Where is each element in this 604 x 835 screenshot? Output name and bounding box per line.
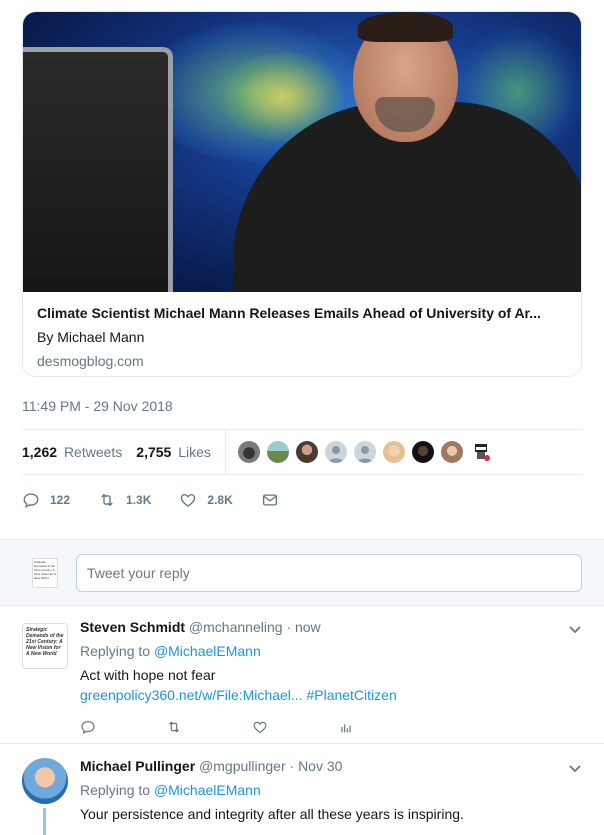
card-image [23,12,581,292]
author-name[interactable]: Michael Pullinger [80,758,195,774]
tweet-text: Act with hope not fear [80,667,216,683]
like-count: 2.8K [207,493,233,507]
author-handle[interactable]: @mgpullinger [199,758,286,774]
avatar[interactable]: Strategic Demands of the 21st Century: A… [22,623,68,669]
tweet-timestamp[interactable]: 11:49 PM - 29 Nov 2018 [22,398,173,414]
thread-line [43,808,46,835]
replying-to: Replying to @MichaelEMann [80,782,261,798]
heart-icon[interactable] [252,719,268,735]
reply-tweet[interactable]: Strategic Demands of the 21st Century: A… [0,606,604,744]
chevron-down-icon[interactable] [568,622,582,636]
reply-count: 122 [50,493,71,507]
card-author: By Michael Mann [37,329,145,345]
tweet-time[interactable]: · now [286,619,320,635]
likes-stat[interactable]: 2,755 Likes [136,444,211,460]
author-handle[interactable]: @mchanneling [189,619,283,635]
tweet-actions: 122 1.3K 2.8K [22,486,582,514]
envelope-icon [262,494,277,506]
retweet-icon [101,493,113,507]
message-button[interactable] [261,491,289,509]
reply-input[interactable] [76,554,582,592]
reply-actions [80,719,424,735]
heart-icon [181,494,196,507]
analytics-icon[interactable] [338,719,354,735]
liker-avatars [237,441,499,463]
avatar[interactable] [382,441,405,463]
avatar[interactable] [295,441,318,463]
avatar[interactable] [237,441,260,463]
hashtag-link[interactable]: #PlanetCitizen [306,687,396,703]
monitor-shape [23,47,173,292]
url-link[interactable]: greenpolicy360.net/w/File:Michael... [80,687,303,703]
tweet-time[interactable]: · Nov 30 [290,758,343,774]
avatar[interactable] [22,758,68,804]
like-button[interactable]: 2.8K [179,491,233,509]
reply-button[interactable]: 122 [22,491,70,509]
tweet-text: Your persistence and integrity after all… [80,806,464,822]
reply-icon[interactable] [80,719,96,735]
user-avatar[interactable]: Strategic Demands of the 21st Century: A… [32,558,58,588]
retweet-icon[interactable] [166,719,182,735]
card-domain: desmogblog.com [37,353,144,369]
avatar[interactable] [353,441,376,463]
avatar[interactable] [411,441,434,463]
avatar[interactable] [324,441,347,463]
retweet-count: 1.3K [126,493,152,507]
replying-to: Replying to @MichaelEMann [80,643,261,659]
tweet-stats: 1,262 Retweets 2,755 Likes [22,430,582,474]
reply-tweet[interactable]: Michael Pullinger @mgpullinger · Nov 30 … [0,745,604,835]
chevron-down-icon[interactable] [568,761,582,775]
author-name[interactable]: Steven Schmidt [80,619,185,635]
divider [22,474,582,475]
reply-composer: Strategic Demands of the 21st Century: A… [0,539,604,606]
retweet-button[interactable]: 1.3K [98,491,151,509]
link-preview-card[interactable]: Climate Scientist Michael Mann Releases … [22,11,582,377]
mention-link[interactable]: @MichaelEMann [154,782,261,798]
card-title[interactable]: Climate Scientist Michael Mann Releases … [37,304,567,322]
avatar[interactable] [266,441,289,463]
avatar[interactable] [469,441,492,463]
mention-link[interactable]: @MichaelEMann [154,643,261,659]
avatar[interactable] [440,441,463,463]
retweets-stat[interactable]: 1,262 Retweets [22,444,122,460]
reply-icon [23,493,39,509]
